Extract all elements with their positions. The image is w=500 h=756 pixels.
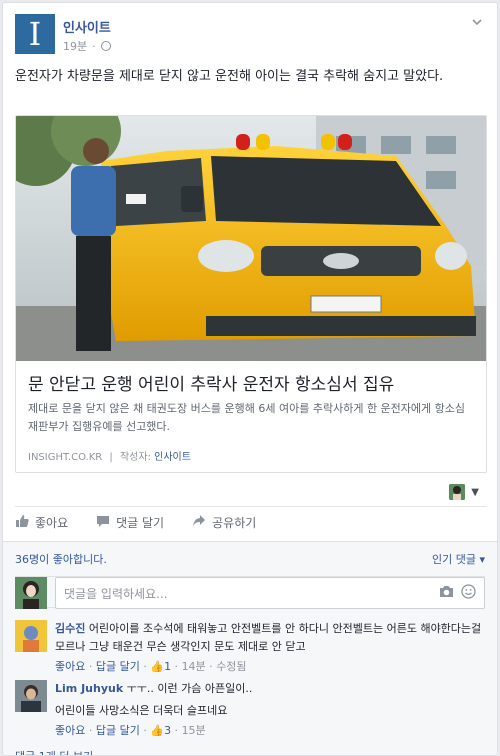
commenter-name[interactable]: 김수진: [55, 622, 85, 635]
thumbs-up-icon: 👍: [150, 660, 165, 673]
commenter-name[interactable]: Lim Juhyuk: [55, 682, 123, 695]
author-link[interactable]: 인사이트: [154, 452, 191, 463]
comment-item: Lim Juhyuk ㅜㅜ.. 이런 가슴 아픈일이.. 어린이들 사망소식은 …: [15, 680, 485, 740]
thumbs-up-icon: 👍: [150, 724, 165, 737]
commenter-avatar[interactable]: [15, 620, 47, 652]
comment-time[interactable]: 15분: [182, 724, 206, 737]
source-separator: |: [109, 452, 113, 463]
taxi-photo: [16, 116, 486, 361]
comment-footer: 좋아요 · 답글 달기 · 👍3 · 15분: [55, 724, 206, 737]
reaction-selector[interactable]: ▼: [449, 484, 479, 500]
post-time[interactable]: 19분: [63, 38, 87, 54]
comment-input[interactable]: 댓글을 입력하세요...: [55, 577, 485, 609]
share-icon: [192, 514, 206, 532]
comment-like-link[interactable]: 좋아요: [55, 660, 85, 673]
share-label: 공유하기: [212, 516, 257, 530]
comment-item: 김수진 어린아이를 조수석에 태워놓고 안전벨트를 안 하다니 안전벨트는 어른…: [15, 620, 485, 680]
action-bar: 좋아요 댓글 달기 공유하기: [15, 506, 487, 538]
comment-footer: 좋아요 · 답글 달기 · 👍1 · 14분 · 수정됨: [55, 660, 247, 673]
link-title[interactable]: 문 안닫고 운행 어린이 추락사 운전자 항소심서 집유: [28, 370, 394, 395]
comment-sort-dropdown[interactable]: 인기 댓글 ▾: [432, 551, 485, 567]
like-button[interactable]: 좋아요: [15, 514, 68, 532]
comment-edited[interactable]: 수정됨: [216, 660, 246, 673]
post-card: I 인사이트 19분 · 운전자가 차량문을 제대로 닫지 않고 운전해 아이는…: [2, 2, 498, 756]
link-preview[interactable]: 문 안닫고 운행 어린이 추락사 운전자 항소심서 집유 제대로 문을 닫지 않…: [15, 115, 487, 473]
comment-body: 김수진 어린아이를 조수석에 태워놓고 안전벨트를 안 하다니 안전벨트는 어른…: [55, 620, 485, 676]
post-header: I 인사이트 19분 ·: [3, 3, 497, 57]
comment-like-count[interactable]: 3: [164, 724, 171, 737]
profile-thumb: [449, 484, 466, 500]
emoji-icon[interactable]: [461, 584, 476, 603]
comment-time[interactable]: 14분: [182, 660, 206, 673]
sort-caret-icon: ▾: [479, 553, 485, 566]
comment-icon: [96, 514, 110, 532]
globe-icon: [100, 41, 111, 51]
comment-text: ㅜㅜ.. 이런 가슴 아픈일이..: [126, 682, 253, 695]
page-avatar[interactable]: I: [15, 14, 55, 54]
commenter-avatar[interactable]: [15, 680, 47, 712]
sort-label: 인기 댓글: [431, 553, 476, 566]
user-avatar: [15, 577, 47, 609]
post-text: 운전자가 차량문을 제대로 닫지 않고 운전해 아이는 결국 추락해 숨지고 말…: [15, 69, 444, 84]
link-image: [16, 116, 486, 361]
comment-text-line2: 어린이들 사망소식은 더욱더 슬프네요: [55, 704, 228, 717]
comment-button[interactable]: 댓글 달기: [96, 514, 164, 532]
post-meta: 19분 ·: [63, 38, 111, 54]
view-more-comments[interactable]: 댓글 1개 더 보기: [15, 748, 93, 755]
comment-composer: 댓글을 입력하세요...: [15, 576, 485, 609]
author-label: 작성자:: [119, 452, 151, 463]
link-description: 제대로 문을 닫지 않은 채 태권도장 버스를 운행해 6세 여아를 추락사하게…: [28, 402, 466, 433]
comment-label: 댓글 달기: [116, 516, 165, 530]
chevron-down-icon[interactable]: [469, 15, 485, 31]
caret-down-icon: ▼: [471, 486, 479, 498]
share-button[interactable]: 공유하기: [192, 514, 256, 532]
link-domain: INSIGHT.CO.KR: [28, 452, 103, 463]
link-source: INSIGHT.CO.KR | 작성자: 인사이트: [28, 448, 191, 463]
comments-section: 36명이 좋아합니다. 인기 댓글 ▾ 댓글을 입력하세요... 김수진 어린아…: [3, 541, 497, 755]
comment-reply-link[interactable]: 답글 달기: [96, 660, 140, 673]
comment-text: 어린아이를 조수석에 태워놓고 안전벨트를 안 하다니 안전벨트는 어른도 해야…: [55, 622, 482, 653]
page-name[interactable]: 인사이트: [63, 17, 111, 36]
comment-like-count[interactable]: 1: [164, 660, 171, 673]
meta-dot: ·: [92, 39, 96, 53]
likes-summary[interactable]: 36명이 좋아합니다.: [15, 551, 107, 567]
comment-like-link[interactable]: 좋아요: [55, 724, 85, 737]
comment-placeholder: 댓글을 입력하세요...: [64, 586, 168, 601]
like-label: 좋아요: [35, 516, 69, 530]
thumbs-up-icon: [15, 514, 29, 532]
comment-reply-link[interactable]: 답글 달기: [96, 724, 140, 737]
comment-body: Lim Juhyuk ㅜㅜ.. 이런 가슴 아픈일이.. 어린이들 사망소식은 …: [55, 680, 485, 740]
camera-icon[interactable]: [439, 585, 454, 602]
